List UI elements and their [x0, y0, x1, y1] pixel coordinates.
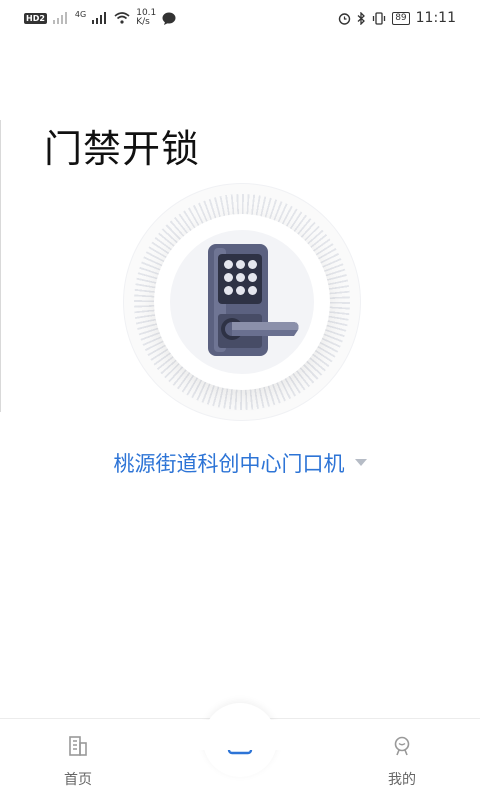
nav-item-mine[interactable]: 我的	[352, 719, 452, 801]
net-speed: 10.1 K/s	[136, 9, 156, 27]
nav-center-cover	[190, 720, 290, 750]
hd-badge: HD2	[24, 12, 47, 24]
status-right: 89 11:11	[338, 10, 456, 26]
hd-badge-sub: 2	[39, 13, 45, 23]
unlock-button[interactable]	[124, 184, 360, 420]
device-name: 桃源街道科创中心门口机	[113, 452, 345, 476]
user-icon	[394, 736, 410, 756]
signal-4g-label: 4G	[74, 9, 87, 19]
signal-icon	[52, 12, 67, 24]
clock: 11:11	[415, 10, 456, 26]
door-lock-icon	[208, 244, 299, 356]
nav-label-home: 首页	[64, 772, 92, 788]
page-title: 门禁开锁	[44, 127, 201, 171]
net-speed-unit: K/s	[136, 17, 150, 27]
edge-line	[0, 120, 1, 412]
wifi-icon	[114, 12, 130, 24]
building-icon	[69, 736, 87, 756]
nav-label-mine: 我的	[388, 772, 416, 788]
vibrate-icon	[373, 11, 386, 25]
status-bar: HD2 4G 10.1 K/s 89 11:11	[0, 0, 480, 36]
dropdown-caret-icon	[354, 458, 367, 466]
chat-icon	[162, 12, 176, 25]
alarm-icon	[338, 12, 351, 25]
signal-4g-icon	[92, 12, 107, 24]
bottom-nav: 首页 我的	[0, 703, 480, 801]
device-selector[interactable]: 桃源街道科创中心门口机	[0, 448, 480, 478]
battery-indicator: 89	[392, 11, 410, 25]
nav-item-home[interactable]: 首页	[28, 719, 128, 801]
bluetooth-icon	[357, 11, 366, 25]
hd-badge-label: HD	[26, 13, 40, 23]
status-left: HD2 4G 10.1 K/s	[24, 9, 176, 27]
